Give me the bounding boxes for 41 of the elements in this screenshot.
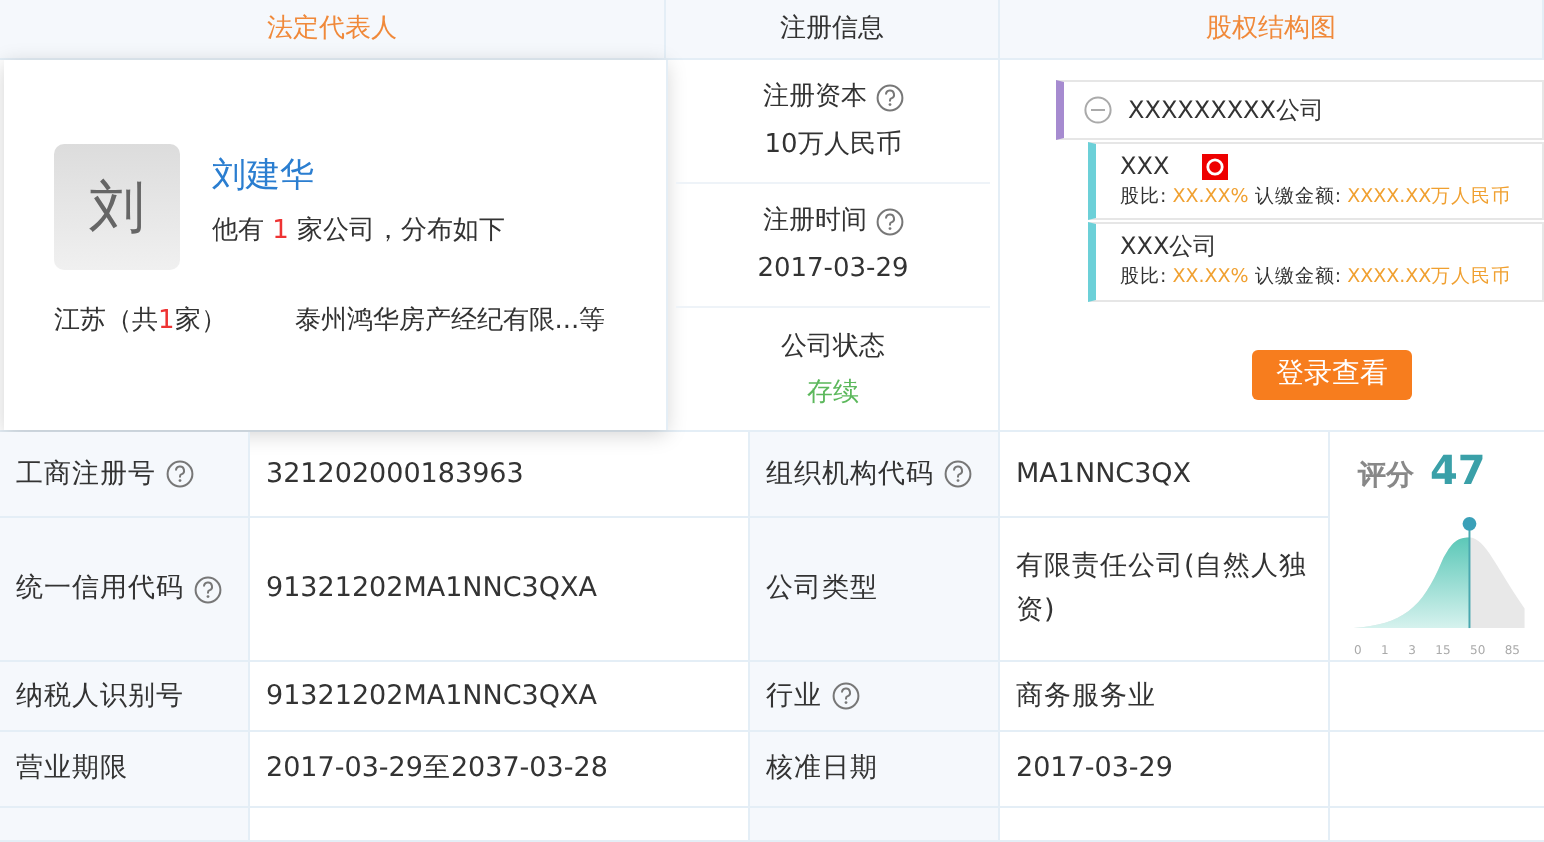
field-label: 营业期限	[16, 750, 128, 789]
status-value: 存续	[807, 376, 859, 412]
field-label: 统一信用代码	[16, 570, 184, 609]
table-cell: MA1NNC3QX	[1000, 432, 1330, 518]
score-value: 47	[1430, 444, 1486, 498]
section-header: 注册信息	[666, 0, 1000, 58]
table-cell: 有限责任公司(自然人独资)	[1000, 518, 1330, 662]
field-value: 10万人民币	[764, 127, 902, 163]
field-label: 组织机构代码	[766, 455, 934, 494]
field-label: 注册资本	[763, 80, 867, 116]
field-label: 行业	[766, 677, 822, 716]
score-label: 评分	[1358, 458, 1414, 496]
avatar: 刘	[54, 144, 180, 270]
company-name: XXXXXXXXX公司	[1128, 94, 1324, 128]
field-label: 核准日期	[766, 750, 878, 789]
field-value: 2017-03-29	[757, 251, 909, 287]
field-label: 注册时间	[763, 204, 867, 240]
help-icon[interactable]	[166, 460, 194, 488]
table-cell: 2017-03-29	[1000, 732, 1330, 808]
help-icon[interactable]	[875, 207, 903, 236]
section-header: 法定代表人	[0, 0, 666, 58]
login-button[interactable]: 登录查看	[1252, 349, 1412, 399]
help-icon[interactable]	[832, 682, 860, 710]
person-name-link[interactable]: 刘建华	[212, 152, 506, 203]
share-info: 股比: XX.XX% 认缴金额: XXXX.XX万人民币	[1120, 184, 1514, 212]
field-label: 公司状态	[781, 329, 885, 365]
collapse-icon[interactable]	[1084, 96, 1112, 124]
shareholder-name: XXX公司	[1120, 230, 1218, 265]
share-info: 股比: XX.XX% 认缴金额: XXXX.XX万人民币	[1120, 264, 1514, 293]
field-label: 工商注册号	[16, 455, 156, 494]
field-label: 公司类型	[766, 570, 878, 609]
field-label: 纳税人识别号	[16, 677, 184, 716]
company-list-text: 泰州鸿华房产经纪有限...等	[294, 304, 606, 340]
help-icon[interactable]	[944, 460, 972, 488]
help-icon[interactable]	[194, 575, 222, 603]
shareholder-name: XXX	[1120, 150, 1170, 184]
help-icon[interactable]	[875, 83, 903, 112]
company-count-text: 他有 1 家公司，分布如下	[212, 213, 506, 249]
table-cell: 商务服务业	[1000, 662, 1330, 732]
region-text: 江苏（共1家）	[54, 304, 227, 340]
section-header: 股权结构图	[1000, 0, 1544, 58]
